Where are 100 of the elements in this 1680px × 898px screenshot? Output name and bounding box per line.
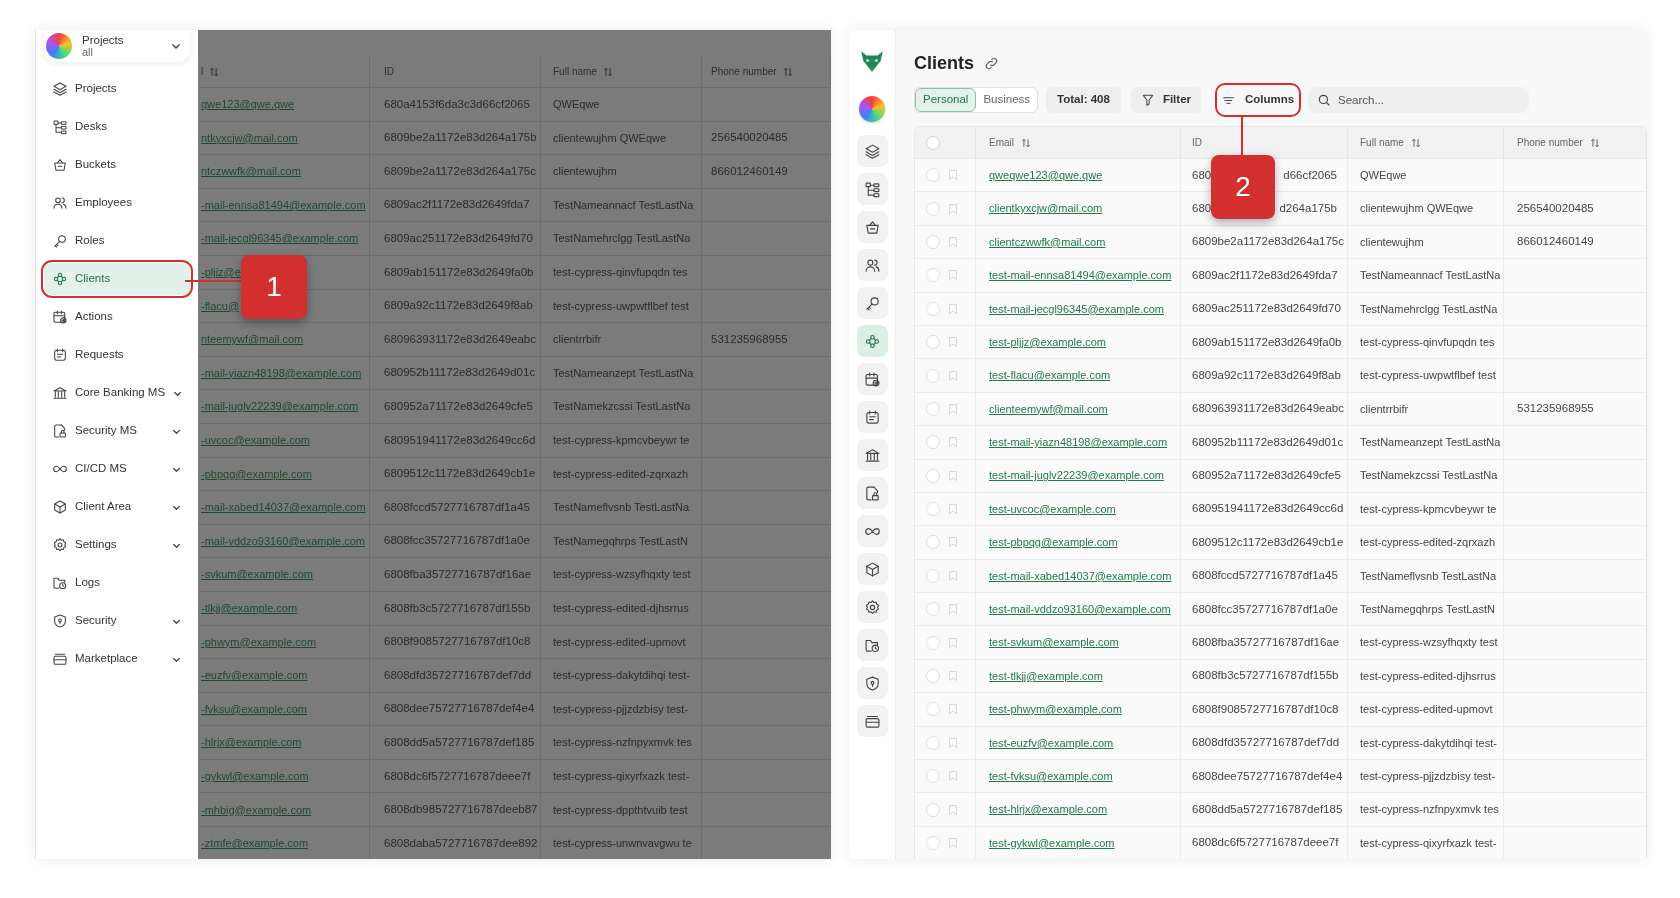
bookmark-icon[interactable]: [947, 569, 959, 582]
bookmark-icon[interactable]: [947, 336, 959, 349]
bookmark-icon[interactable]: [947, 402, 959, 415]
rail-button[interactable]: [856, 515, 888, 547]
bookmark-icon[interactable]: [947, 469, 959, 482]
sidebar-item[interactable]: Actions: [44, 301, 190, 333]
row-checkbox[interactable]: [926, 168, 940, 183]
row-checkbox[interactable]: [926, 635, 940, 650]
bookmark-icon[interactable]: [947, 302, 959, 315]
email-link[interactable]: test-mail-juglv22239@example.com: [989, 467, 1165, 484]
email-link[interactable]: test-mail-ennsa81494@example.com: [989, 267, 1172, 284]
bookmark-icon[interactable]: [947, 670, 959, 683]
row-checkbox[interactable]: [926, 301, 940, 316]
search-field[interactable]: Search...: [1308, 87, 1529, 113]
rail-button[interactable]: [856, 173, 888, 205]
email-link[interactable]: test-svkum@example.com: [989, 634, 1119, 651]
bookmark-icon[interactable]: [947, 369, 959, 382]
sort-icon[interactable]: [1021, 137, 1031, 148]
email-link[interactable]: test-mail-jecgl96345@example.com: [989, 300, 1165, 317]
bookmark-icon[interactable]: [947, 235, 959, 248]
sidebar-item[interactable]: Roles: [44, 225, 190, 257]
bookmark-icon[interactable]: [947, 603, 959, 616]
rail-button[interactable]: [856, 401, 888, 433]
email-link[interactable]: test-mail-yiazn48198@example.com: [989, 434, 1168, 451]
tab[interactable]: Business: [976, 88, 1038, 112]
email-link[interactable]: clientczwwfk@mail.com: [989, 233, 1106, 251]
rail-button[interactable]: [856, 629, 888, 661]
projects-color-wheel-icon[interactable]: [859, 96, 885, 122]
sidebar-item[interactable]: Buckets: [44, 149, 190, 181]
sort-icon[interactable]: [602, 66, 613, 77]
sidebar-item[interactable]: Security: [44, 605, 190, 637]
bookmark-icon[interactable]: [947, 703, 959, 716]
rail-button[interactable]: [856, 477, 888, 509]
email-link[interactable]: clientkyxcjw@mail.com: [989, 200, 1103, 217]
row-checkbox[interactable]: [926, 769, 940, 784]
rail-button[interactable]: [856, 363, 888, 395]
filter-button[interactable]: Filter: [1130, 87, 1201, 113]
rail-button[interactable]: [856, 553, 888, 585]
email-link[interactable]: test-tlkjj@example.com: [989, 667, 1103, 685]
row-checkbox[interactable]: [926, 568, 940, 583]
row-checkbox[interactable]: [926, 502, 940, 517]
sort-icon[interactable]: [209, 66, 220, 77]
sort-icon[interactable]: [1589, 137, 1600, 148]
row-checkbox[interactable]: [926, 735, 940, 750]
email-link[interactable]: test-pbpqg@example.com: [989, 534, 1118, 551]
sidebar-item[interactable]: Employees: [44, 187, 190, 219]
row-checkbox[interactable]: [926, 234, 940, 249]
sidebar-item[interactable]: Client Area: [44, 491, 190, 523]
row-checkbox[interactable]: [926, 401, 940, 416]
row-checkbox[interactable]: [926, 702, 940, 717]
sidebar-item[interactable]: Desks: [44, 111, 190, 143]
sidebar-item[interactable]: Settings: [44, 529, 190, 561]
tab[interactable]: Personal: [915, 88, 977, 112]
sort-icon[interactable]: [782, 66, 793, 77]
sidebar-item[interactable]: CI/CD MS: [44, 453, 190, 485]
row-checkbox[interactable]: [926, 335, 940, 350]
sort-icon[interactable]: [1410, 137, 1421, 148]
row-checkbox[interactable]: [926, 368, 940, 383]
row-checkbox[interactable]: [926, 602, 940, 617]
email-link[interactable]: test-hlrjx@example.com: [989, 801, 1108, 818]
bookmark-icon[interactable]: [947, 803, 959, 816]
email-link[interactable]: test-euzfv@example.com: [989, 734, 1114, 752]
email-link[interactable]: test-pljjz@example.com: [989, 333, 1106, 351]
rail-button[interactable]: [856, 211, 888, 243]
rail-button[interactable]: [856, 705, 888, 737]
email-link[interactable]: clienteemywf@mail.com: [989, 400, 1108, 418]
sidebar-item[interactable]: Core Banking MS: [44, 377, 190, 409]
email-link[interactable]: test-gykwl@example.com: [989, 834, 1115, 852]
row-checkbox[interactable]: [926, 201, 940, 216]
bookmark-icon[interactable]: [947, 736, 959, 749]
project-selector[interactable]: Projects all: [44, 30, 190, 62]
email-link[interactable]: test-flacu@example.com: [989, 367, 1111, 384]
row-checkbox[interactable]: [926, 535, 940, 550]
email-link[interactable]: test-phwym@example.com: [989, 701, 1122, 718]
email-link[interactable]: test-mail-xabed14037@example.com: [989, 567, 1172, 585]
bookmark-icon[interactable]: [947, 837, 959, 849]
row-checkbox[interactable]: [926, 435, 940, 450]
select-all-checkbox[interactable]: [926, 135, 940, 150]
row-checkbox[interactable]: [926, 836, 940, 850]
sidebar-item[interactable]: Logs: [44, 567, 190, 599]
rail-button[interactable]: [856, 249, 888, 281]
bookmark-icon[interactable]: [947, 503, 959, 516]
bookmark-icon[interactable]: [947, 436, 959, 449]
bookmark-icon[interactable]: [947, 636, 959, 649]
rail-button[interactable]: [856, 591, 888, 623]
sidebar-item[interactable]: Marketplace: [44, 643, 190, 675]
sidebar-item[interactable]: Requests: [44, 339, 190, 371]
email-link[interactable]: test-fvksu@example.com: [989, 767, 1113, 785]
link-icon[interactable]: [984, 55, 999, 71]
row-checkbox[interactable]: [926, 268, 940, 283]
bookmark-icon[interactable]: [947, 536, 959, 549]
sidebar-item[interactable]: Security MS: [44, 415, 190, 447]
email-link[interactable]: test-uvcoc@example.com: [989, 500, 1116, 518]
row-checkbox[interactable]: [926, 669, 940, 684]
sidebar-item[interactable]: Projects: [44, 73, 190, 105]
bookmark-icon[interactable]: [947, 770, 959, 783]
rail-button[interactable]: [856, 135, 888, 167]
row-checkbox[interactable]: [926, 802, 940, 817]
rail-button[interactable]: [856, 439, 888, 471]
rail-button[interactable]: [856, 287, 888, 319]
